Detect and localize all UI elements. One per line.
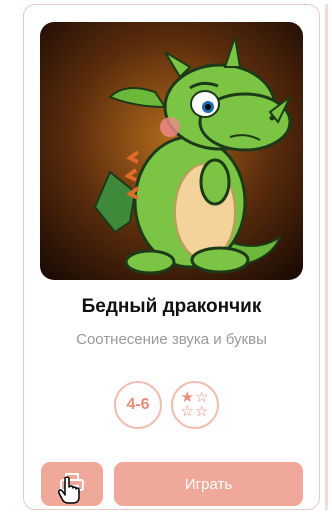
star-empty-icon: ☆ [180,403,195,420]
age-range: 4-6 [126,396,150,413]
star-empty-icon: ☆ [195,403,210,420]
game-title: Бедный дракончик [81,296,262,317]
hand-pointer-icon [58,476,80,504]
difficulty-stars-row-2: ☆☆ [180,403,210,420]
play-button[interactable]: Играть [114,462,303,506]
game-thumbnail[interactable] [40,22,303,280]
dragon-illustration [40,22,303,280]
card-shadow-edge [325,4,328,510]
age-badge: 4-6 [114,381,162,429]
game-subtitle: Соотнесение звука и буквы [76,331,267,348]
difficulty-badge: ★☆ ☆☆ [171,381,219,429]
